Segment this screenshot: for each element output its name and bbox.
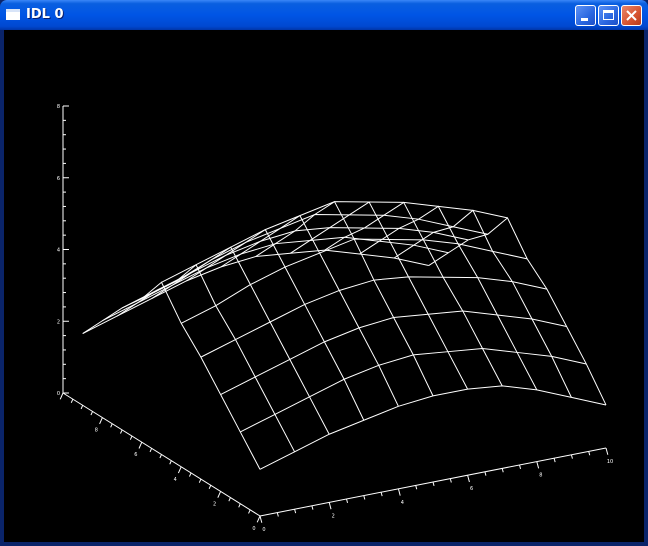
y-minor-tick <box>120 429 123 434</box>
x-major-tick <box>328 502 332 510</box>
y-minor-tick <box>188 472 192 477</box>
x-minor-tick <box>415 485 418 490</box>
minimize-icon <box>581 18 588 21</box>
x-tick-label: 10 <box>607 459 613 465</box>
x-major-tick <box>259 515 263 523</box>
x-major-tick <box>397 488 401 496</box>
idl-window: IDL 0 0 2 4 6 8 10 0 2 4 6 8 0 2 4 6 8 <box>0 0 648 546</box>
z-tick-label: 0 <box>57 391 60 397</box>
surface-line-x-6 <box>141 213 488 300</box>
y-minor-tick <box>110 423 113 428</box>
surface-line-x-0 <box>259 385 607 470</box>
x-tick-label: 4 <box>401 500 404 506</box>
surface-line-y-2 <box>151 246 330 435</box>
surface-line-x-9 <box>82 249 429 334</box>
x-tick-label: 8 <box>539 473 542 479</box>
y-major-tick <box>138 441 143 449</box>
x-major-tick <box>536 461 540 469</box>
surface-line-y-5 <box>255 200 434 397</box>
y-minor-tick <box>70 398 74 403</box>
x-minor-tick <box>311 505 314 510</box>
y-minor-tick <box>208 485 212 490</box>
y-tick-label: 2 <box>213 501 216 507</box>
title-bar[interactable]: IDL 0 <box>0 0 648 30</box>
surface-plot: 0 2 4 6 8 10 0 2 4 6 8 0 2 4 6 8 <box>57 104 613 533</box>
x-minor-tick <box>346 498 349 504</box>
surface-line-y-0 <box>82 281 261 470</box>
y-minor-tick <box>159 454 162 459</box>
close-icon <box>626 10 637 21</box>
x-minor-tick <box>501 468 504 473</box>
window-title: IDL 0 <box>26 7 64 22</box>
x-minor-tick <box>432 481 435 487</box>
z-tick-label: 4 <box>57 248 60 254</box>
x-minor-tick <box>276 512 279 517</box>
x-minor-tick <box>553 458 556 463</box>
surface-line-x-2 <box>220 310 567 395</box>
x-minor-tick <box>484 471 487 476</box>
maximize-button[interactable] <box>598 5 619 26</box>
y-major-tick <box>217 491 222 498</box>
plot-canvas: 0 2 4 6 8 10 0 2 4 6 8 0 2 4 6 8 <box>4 30 644 542</box>
y-tick-label: 0 <box>252 526 255 532</box>
x-tick-label: 2 <box>332 513 335 519</box>
x-minor-tick <box>570 454 573 459</box>
y-minor-tick <box>129 435 133 440</box>
surface-line-y-4 <box>220 214 399 407</box>
x-major-tick <box>605 447 609 455</box>
surface-line-y-1 <box>117 263 296 453</box>
x-major-tick <box>467 475 470 483</box>
x-minor-tick <box>380 492 383 497</box>
x-minor-tick <box>363 495 366 500</box>
y-minor-tick <box>248 509 251 514</box>
y-minor-tick <box>169 460 172 465</box>
x-minor-tick <box>519 464 522 470</box>
x-minor-tick <box>449 478 452 483</box>
y-major-tick <box>59 392 64 400</box>
window-icon[interactable] <box>6 9 20 20</box>
y-minor-tick <box>238 503 241 508</box>
z-tick-label: 2 <box>57 319 60 325</box>
y-tick-label: 4 <box>174 477 177 483</box>
y-tick-label: 8 <box>95 428 98 434</box>
y-tick-label: 6 <box>134 452 137 458</box>
y-major-tick <box>177 466 182 474</box>
x-tick-label: 6 <box>470 486 473 492</box>
y-minor-tick <box>90 411 94 416</box>
x-minor-tick <box>294 509 297 514</box>
maximize-icon <box>603 10 614 20</box>
z-tick-label: 8 <box>57 104 60 110</box>
y-minor-tick <box>149 448 153 453</box>
minimize-button[interactable] <box>575 5 596 26</box>
y-minor-tick <box>228 497 231 502</box>
surface-line-x-1 <box>240 347 587 433</box>
close-button[interactable] <box>621 5 642 26</box>
y-minor-tick <box>80 405 84 410</box>
y-minor-tick <box>198 478 202 483</box>
x-tick-label: 0 <box>262 527 265 533</box>
z-tick-label: 6 <box>57 176 60 182</box>
y-major-tick <box>256 515 261 523</box>
x-minor-tick <box>588 451 591 456</box>
y-major-tick <box>99 417 103 425</box>
